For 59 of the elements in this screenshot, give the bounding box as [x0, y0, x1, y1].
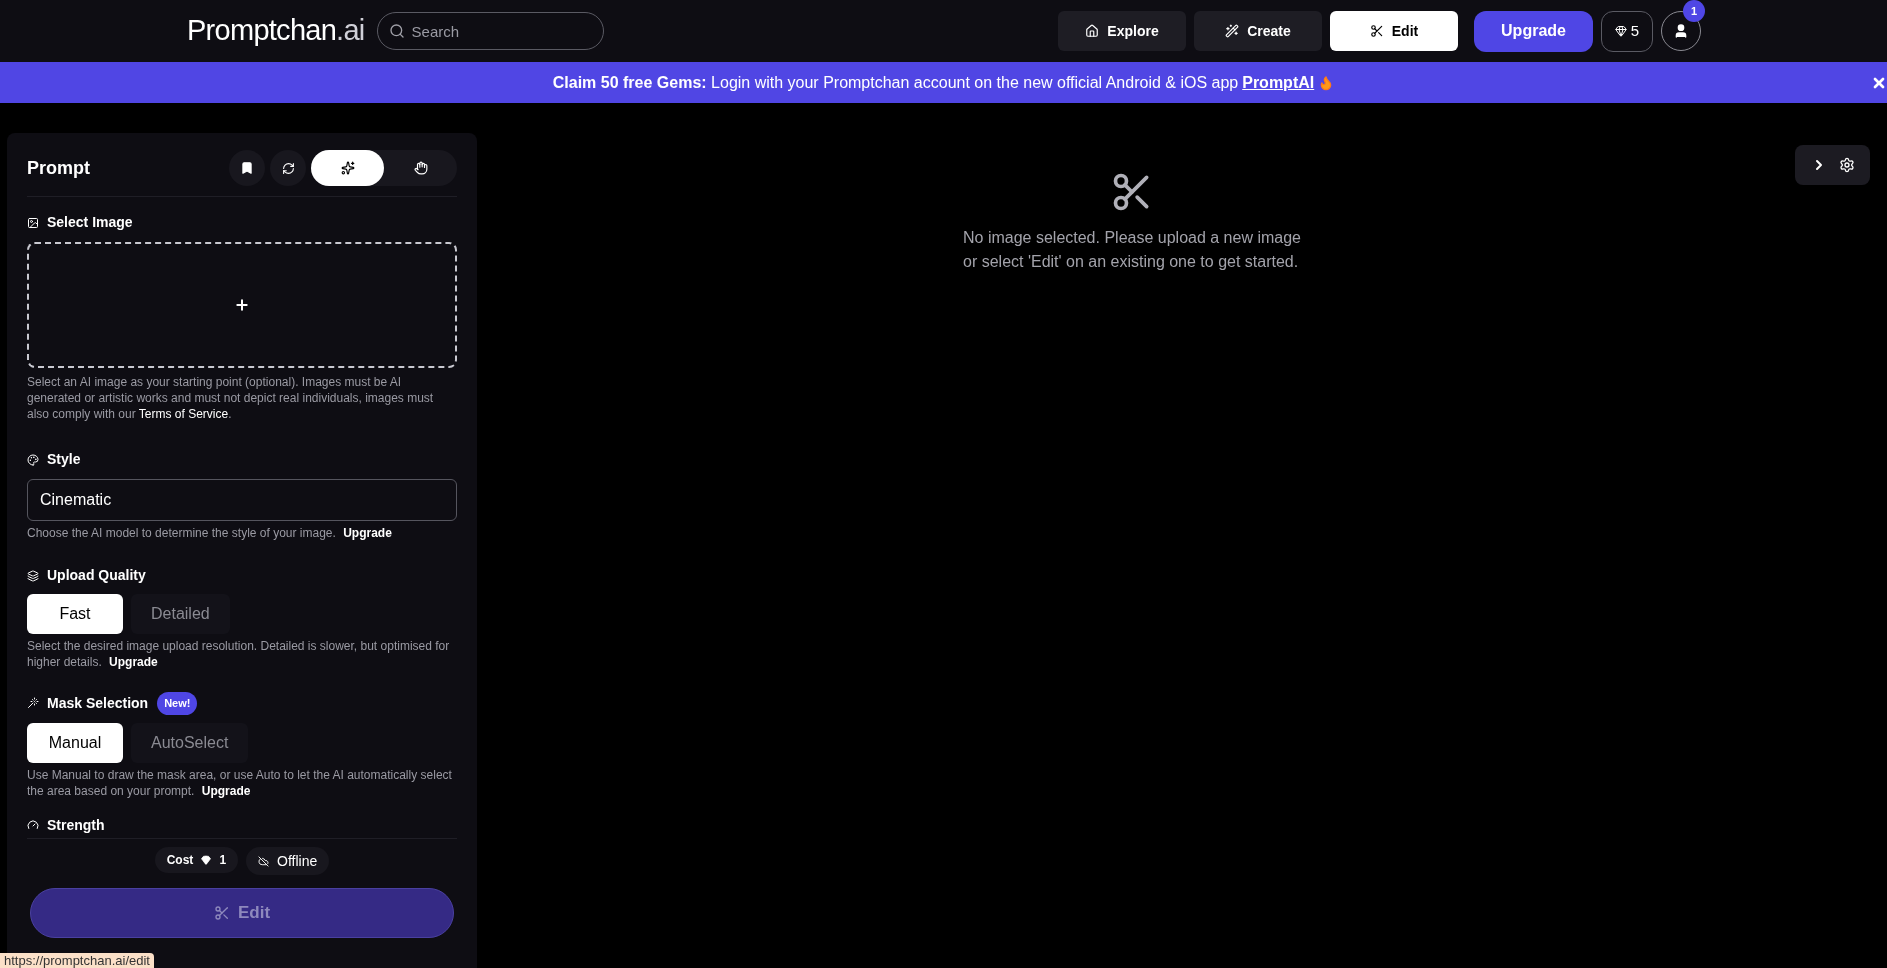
style-field[interactable]: Cinematic: [27, 479, 457, 521]
option-tab[interactable]: Manual: [27, 722, 123, 763]
status-text: Offline: [277, 851, 318, 871]
gem-icon: [201, 855, 212, 865]
link-preview: https://promptchan.ai/edit: [0, 953, 154, 968]
search-icon: [388, 23, 405, 39]
refresh-button[interactable]: [270, 150, 306, 186]
option-tab[interactable]: Fast: [27, 594, 123, 634]
nav-tab[interactable]: Edit: [1330, 11, 1458, 51]
section-label: Mask Selection: [47, 693, 149, 713]
logo[interactable]: Promptchan.ai: [187, 9, 365, 53]
banner-text: Claim 50 free Gems: Login with your Promptchan account on the new official Android & iOS app PromptAI: [552, 70, 1335, 95]
new-badge: New!: [157, 692, 198, 715]
sparkles-icon: [340, 161, 355, 175]
settings-icon[interactable]: [1838, 157, 1855, 173]
bookmark-button[interactable]: [229, 150, 265, 186]
upgrade-link[interactable]: Upgrade: [201, 783, 251, 798]
cost-label: Cost: [166, 852, 194, 869]
upgrade-link[interactable]: Upgrade: [109, 655, 158, 669]
palette-icon: [27, 453, 39, 466]
image-dropzone[interactable]: [27, 242, 457, 368]
nav-tab[interactable]: Explore: [1058, 11, 1186, 51]
section-label: Strength: [47, 815, 105, 835]
gem-icon: [1614, 25, 1627, 37]
gems-button[interactable]: 5: [1601, 10, 1653, 52]
cloud-off-icon: [258, 855, 270, 867]
house-icon: [1085, 24, 1100, 38]
edit-button[interactable]: Edit: [30, 888, 454, 938]
scissors-icon: [1369, 24, 1384, 38]
help-text: Choose the AI model to determine the style of your image. Upgrade: [27, 525, 393, 541]
section-label: Select Image: [47, 213, 133, 232]
section-label: Style: [47, 450, 81, 469]
option-tab[interactable]: AutoSelect: [131, 722, 249, 763]
cost-value: 1: [219, 852, 227, 869]
magic-wand-icon: [1225, 24, 1240, 38]
help-text: Select the desired image upload resolution. Detailed is slower, but optimised for higher details. Upgrade: [27, 638, 451, 670]
plus-icon: [234, 297, 250, 313]
app-link[interactable]: PromptAI: [1242, 70, 1315, 95]
image-icon: [27, 216, 39, 229]
option-tab[interactable]: Detailed: [131, 594, 230, 634]
upgrade-button[interactable]: Upgrade: [1474, 10, 1593, 52]
bookmark-icon: [240, 161, 254, 175]
search-field[interactable]: Search: [376, 12, 604, 50]
panel-title: Prompt: [27, 156, 90, 180]
user-icon: [1673, 23, 1689, 39]
help-text: Select an AI image as your starting point (optional). Images must be AI generated or artistic works and must not depict real individuals, images must also comply with our Terms of Service.: [27, 374, 435, 422]
refresh-icon: [281, 161, 295, 175]
mode-tab[interactable]: [311, 150, 384, 186]
nav-tab[interactable]: Create: [1194, 11, 1322, 51]
help-text: Use Manual to draw the mask area, or use Auto to let the AI automatically select the area based on your prompt. Upgrade: [27, 766, 453, 799]
empty-message: No image selected. Please upload a new image or select 'Edit' on an existing one to get started.: [963, 228, 1301, 272]
hand-icon: [413, 161, 428, 175]
scissors-icon: [213, 905, 230, 921]
layers-icon: [27, 569, 39, 582]
upgrade-link[interactable]: Upgrade: [343, 526, 392, 540]
section-label: Upload Quality: [47, 566, 146, 585]
gauge-icon: [27, 819, 39, 831]
notification-badge: 1: [1683, 0, 1705, 22]
magic-wand-icon: [27, 697, 39, 710]
